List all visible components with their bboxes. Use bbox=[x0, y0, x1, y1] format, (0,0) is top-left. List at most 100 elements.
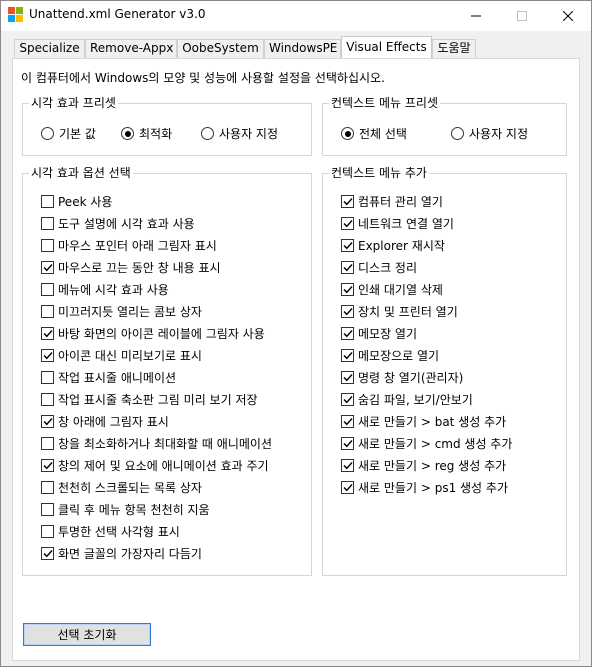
checkbox-label: 창의 제어 및 요소에 애니메이션 효과 주기 bbox=[58, 458, 269, 473]
checkbox-label: 새로 만들기 > cmd 생성 추가 bbox=[358, 436, 513, 451]
checkbox-unchecked-icon[interactable] bbox=[41, 392, 54, 406]
radio-context-custom[interactable]: 사용자 지정 bbox=[451, 125, 528, 142]
checkbox-checked-icon[interactable] bbox=[41, 458, 54, 472]
checkbox-checked-icon[interactable] bbox=[341, 194, 354, 208]
checkbox-label: 바탕 화면의 아이콘 레이블에 그림자 사용 bbox=[58, 326, 265, 341]
checkbox-checked-icon[interactable] bbox=[341, 392, 354, 406]
context-menu-checkbox-item[interactable]: 숨김 파일, 보기/안보기 bbox=[341, 388, 512, 410]
checkbox-unchecked-icon[interactable] bbox=[41, 480, 54, 494]
visual-effects-panel: 이 컴퓨터에서 Windows의 모양 및 성능에 사용할 설정을 선택하십시오… bbox=[12, 58, 580, 661]
minimize-button[interactable] bbox=[453, 1, 499, 31]
visual-option-checkbox-item[interactable]: 마우스 포인터 아래 그림자 표시 bbox=[41, 234, 272, 256]
close-button[interactable] bbox=[545, 1, 591, 31]
checkbox-checked-icon[interactable] bbox=[341, 414, 354, 428]
visual-preset-group: 시각 효과 프리셋 기본 값 최적화 사용자 지정 bbox=[22, 96, 312, 156]
context-menu-checkbox-item[interactable]: 새로 만들기 > reg 생성 추가 bbox=[341, 454, 512, 476]
tab-help[interactable]: 도움말 bbox=[432, 39, 476, 58]
checkbox-unchecked-icon[interactable] bbox=[41, 524, 54, 538]
visual-option-checkbox-item[interactable]: 천천히 스크롤되는 목록 상자 bbox=[41, 476, 272, 498]
context-menu-checkbox-item[interactable]: 새로 만들기 > bat 생성 추가 bbox=[341, 410, 512, 432]
checkbox-unchecked-icon[interactable] bbox=[41, 436, 54, 450]
checkbox-checked-icon[interactable] bbox=[341, 216, 354, 230]
tab-windowspe[interactable]: WindowsPE bbox=[264, 39, 341, 58]
checkbox-label: 메모장으로 열기 bbox=[358, 348, 440, 363]
checkbox-checked-icon[interactable] bbox=[341, 480, 354, 494]
checkbox-checked-icon[interactable] bbox=[41, 546, 54, 560]
checkbox-unchecked-icon[interactable] bbox=[41, 370, 54, 384]
checkbox-unchecked-icon[interactable] bbox=[41, 304, 54, 318]
visual-options-group: 시각 효과 옵션 선택 Peek 사용 도구 설명에 시각 효과 사용 마우스 포인… bbox=[22, 166, 312, 576]
checkbox-label: 새로 만들기 > bat 생성 추가 bbox=[358, 414, 507, 429]
checkbox-checked-icon[interactable] bbox=[341, 326, 354, 340]
context-menu-checkbox-item[interactable]: 인쇄 대기열 삭제 bbox=[341, 278, 512, 300]
radio-button-icon bbox=[201, 127, 214, 140]
context-menu-checkbox-item[interactable]: 디스크 정리 bbox=[341, 256, 512, 278]
visual-option-checkbox-item[interactable]: 창의 제어 및 요소에 애니메이션 효과 주기 bbox=[41, 454, 272, 476]
context-menu-checkbox-item[interactable]: 컴퓨터 관리 열기 bbox=[341, 190, 512, 212]
checkbox-unchecked-icon[interactable] bbox=[41, 502, 54, 516]
context-menu-checkbox-item[interactable]: 새로 만들기 > ps1 생성 추가 bbox=[341, 476, 512, 498]
checkbox-checked-icon[interactable] bbox=[41, 260, 54, 274]
tab-specialize[interactable]: Specialize bbox=[14, 39, 85, 58]
checkbox-checked-icon[interactable] bbox=[41, 414, 54, 428]
visual-option-checkbox-item[interactable]: 창 아래에 그림자 표시 bbox=[41, 410, 272, 432]
checkbox-unchecked-icon[interactable] bbox=[41, 194, 54, 208]
checkbox-checked-icon[interactable] bbox=[341, 260, 354, 274]
checkbox-checked-icon[interactable] bbox=[341, 436, 354, 450]
radio-select-all[interactable]: 전체 선택 bbox=[341, 125, 407, 142]
context-menu-checkbox-item[interactable]: 명령 창 열기(관리자) bbox=[341, 366, 512, 388]
checkbox-checked-icon[interactable] bbox=[341, 238, 354, 252]
context-menu-checkbox-item[interactable]: 네트워크 연결 열기 bbox=[341, 212, 512, 234]
radio-label: 전체 선택 bbox=[359, 127, 407, 141]
checkbox-label: Explorer 재시작 bbox=[358, 238, 445, 253]
visual-option-checkbox-item[interactable]: 메뉴에 시각 효과 사용 bbox=[41, 278, 272, 300]
visual-option-checkbox-item[interactable]: 작업 표시줄 애니메이션 bbox=[41, 366, 272, 388]
context-menu-checkbox-item[interactable]: Explorer 재시작 bbox=[341, 234, 512, 256]
checkbox-label: 미끄러지듯 열리는 콤보 상자 bbox=[58, 304, 202, 319]
context-preset-title: 컨텍스트 메뉴 프리셋 bbox=[329, 96, 440, 110]
visual-option-checkbox-item[interactable]: Peek 사용 bbox=[41, 190, 272, 212]
reset-selection-button[interactable]: 선택 초기화 bbox=[23, 623, 151, 646]
context-add-group: 컨텍스트 메뉴 추가 컴퓨터 관리 열기 네트워크 연결 열기 Explorer 재… bbox=[322, 166, 567, 576]
checkbox-unchecked-icon[interactable] bbox=[41, 238, 54, 252]
radio-default[interactable]: 기본 값 bbox=[41, 125, 96, 142]
title-bar[interactable]: Unattend.xml Generator v3.0 bbox=[1, 1, 591, 31]
visual-option-checkbox-item[interactable]: 도구 설명에 시각 효과 사용 bbox=[41, 212, 272, 234]
checkbox-unchecked-icon[interactable] bbox=[41, 282, 54, 296]
checkbox-checked-icon[interactable] bbox=[41, 326, 54, 340]
visual-option-checkbox-item[interactable]: 창을 최소화하거나 최대화할 때 애니메이션 bbox=[41, 432, 272, 454]
tab-remove-appx[interactable]: Remove-Appx bbox=[85, 39, 177, 58]
minimize-icon bbox=[471, 15, 481, 17]
radio-custom[interactable]: 사용자 지정 bbox=[201, 125, 278, 142]
checkbox-checked-icon[interactable] bbox=[41, 348, 54, 362]
context-menu-checkbox-item[interactable]: 메모장으로 열기 bbox=[341, 344, 512, 366]
radio-button-icon bbox=[341, 127, 354, 140]
context-menu-checkbox-item[interactable]: 장치 및 프린터 열기 bbox=[341, 300, 512, 322]
checkbox-checked-icon[interactable] bbox=[341, 370, 354, 384]
visual-option-checkbox-item[interactable]: 화면 글꼴의 가장자리 다듬기 bbox=[41, 542, 272, 564]
radio-optimize[interactable]: 최적화 bbox=[121, 125, 172, 142]
visual-option-checkbox-item[interactable]: 미끄러지듯 열리는 콤보 상자 bbox=[41, 300, 272, 322]
checkbox-label: 창 아래에 그림자 표시 bbox=[58, 414, 169, 429]
checkbox-checked-icon[interactable] bbox=[341, 304, 354, 318]
visual-option-checkbox-item[interactable]: 바탕 화면의 아이콘 레이블에 그림자 사용 bbox=[41, 322, 272, 344]
context-menu-checkbox-item[interactable]: 메모장 열기 bbox=[341, 322, 512, 344]
visual-option-checkbox-item[interactable]: 아이콘 대신 미리보기로 표시 bbox=[41, 344, 272, 366]
visual-option-checkbox-item[interactable]: 마우스로 끄는 동안 창 내용 표시 bbox=[41, 256, 272, 278]
context-menu-checkbox-item[interactable]: 새로 만들기 > cmd 생성 추가 bbox=[341, 432, 512, 454]
radio-button-icon bbox=[121, 127, 134, 140]
tab-oobesystem[interactable]: OobeSystem bbox=[177, 39, 264, 58]
visual-option-checkbox-item[interactable]: 클릭 후 메뉴 항목 천천히 지움 bbox=[41, 498, 272, 520]
checkbox-label: 새로 만들기 > reg 생성 추가 bbox=[358, 458, 507, 473]
checkbox-checked-icon[interactable] bbox=[341, 348, 354, 362]
checkbox-label: 마우스로 끄는 동안 창 내용 표시 bbox=[58, 260, 221, 275]
checkbox-label: 아이콘 대신 미리보기로 표시 bbox=[58, 348, 202, 363]
checkbox-checked-icon[interactable] bbox=[341, 282, 354, 296]
radio-button-icon bbox=[41, 127, 54, 140]
checkbox-checked-icon[interactable] bbox=[341, 458, 354, 472]
visual-option-checkbox-item[interactable]: 작업 표시줄 축소판 그림 미리 보기 저장 bbox=[41, 388, 272, 410]
tab-visual-effects[interactable]: Visual Effects bbox=[341, 36, 432, 58]
checkbox-unchecked-icon[interactable] bbox=[41, 216, 54, 230]
visual-option-checkbox-item[interactable]: 투명한 선택 사각형 표시 bbox=[41, 520, 272, 542]
intro-text: 이 컴퓨터에서 Windows의 모양 및 성능에 사용할 설정을 선택하십시오… bbox=[21, 71, 385, 85]
